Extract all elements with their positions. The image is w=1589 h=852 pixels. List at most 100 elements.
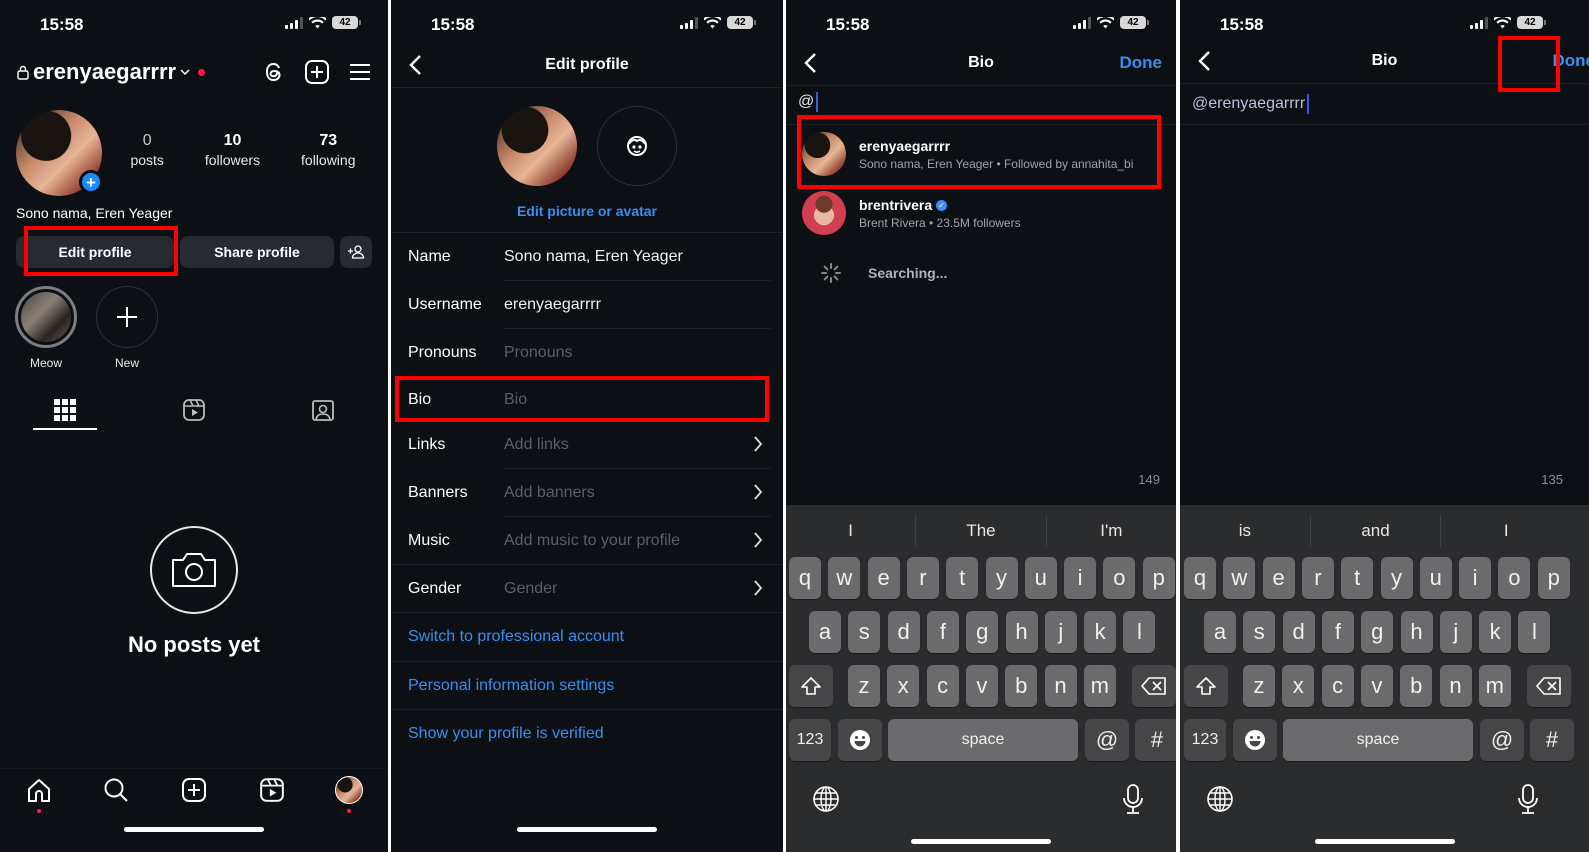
key-c[interactable]: c bbox=[926, 665, 959, 707]
key-v[interactable]: v bbox=[965, 665, 998, 707]
field-links[interactable]: Links Add links bbox=[391, 421, 783, 469]
field-value[interactable]: Sono nama, Eren Yeager bbox=[504, 248, 683, 266]
highlight-meow[interactable]: Meow bbox=[14, 286, 78, 370]
key-m[interactable]: m bbox=[1478, 665, 1511, 707]
key-r[interactable]: r bbox=[906, 557, 939, 599]
at-key[interactable]: @ bbox=[1480, 719, 1524, 761]
add-story-button[interactable]: + bbox=[79, 170, 103, 194]
space-key[interactable]: space bbox=[1283, 719, 1473, 761]
switch-professional-link[interactable]: Switch to professional account bbox=[408, 628, 624, 646]
key-s[interactable]: s bbox=[1243, 611, 1276, 653]
field-value[interactable]: erenyaegarrrr bbox=[504, 296, 601, 314]
profile-picture[interactable] bbox=[497, 106, 577, 186]
stat-following[interactable]: 73 following bbox=[301, 132, 355, 168]
key-a[interactable]: a bbox=[1204, 611, 1236, 653]
key-l[interactable]: l bbox=[1518, 611, 1551, 653]
tab-tagged[interactable] bbox=[259, 390, 388, 430]
mention-suggestion[interactable]: brentrivera ✓ Brent Rivera • 23.5M follow… bbox=[786, 185, 1176, 243]
done-button[interactable]: Done bbox=[1553, 51, 1589, 71]
key-x[interactable]: x bbox=[887, 665, 920, 707]
hash-key[interactable]: # bbox=[1530, 719, 1574, 761]
key-k[interactable]: k bbox=[1479, 611, 1512, 653]
key-b[interactable]: b bbox=[1400, 665, 1433, 707]
key-t[interactable]: t bbox=[1341, 557, 1374, 599]
key-f[interactable]: f bbox=[1321, 611, 1354, 653]
create-post-icon[interactable] bbox=[304, 59, 330, 85]
key-h[interactable]: h bbox=[1400, 611, 1433, 653]
menu-icon[interactable] bbox=[348, 59, 372, 85]
space-key[interactable]: space bbox=[888, 719, 1078, 761]
key-l[interactable]: l bbox=[1123, 611, 1156, 653]
key-q[interactable]: q bbox=[1184, 557, 1216, 599]
done-button[interactable]: Done bbox=[1120, 53, 1163, 73]
key-b[interactable]: b bbox=[1005, 665, 1038, 707]
microphone-icon[interactable] bbox=[1122, 783, 1144, 815]
microphone-icon[interactable] bbox=[1517, 783, 1539, 815]
field-name[interactable]: Name Sono nama, Eren Yeager bbox=[391, 233, 783, 281]
personal-info-link[interactable]: Personal information settings bbox=[408, 677, 614, 695]
field-music[interactable]: Music Add music to your profile bbox=[391, 517, 783, 565]
emoji-key[interactable] bbox=[1233, 719, 1277, 761]
key-a[interactable]: a bbox=[809, 611, 841, 653]
field-bio[interactable]: Bio Bio bbox=[391, 376, 783, 424]
threads-icon[interactable] bbox=[262, 59, 286, 85]
key-s[interactable]: s bbox=[848, 611, 881, 653]
nav-profile[interactable] bbox=[329, 771, 369, 813]
key-j[interactable]: j bbox=[1439, 611, 1472, 653]
nav-home[interactable] bbox=[19, 771, 59, 813]
key-m[interactable]: m bbox=[1083, 665, 1116, 707]
nav-create[interactable] bbox=[174, 771, 214, 808]
tab-grid[interactable] bbox=[0, 390, 129, 430]
key-w[interactable]: w bbox=[1223, 557, 1256, 599]
edit-profile-button[interactable]: Edit profile bbox=[16, 236, 174, 268]
key-e[interactable]: e bbox=[1262, 557, 1295, 599]
numbers-key[interactable]: 123 bbox=[1184, 719, 1226, 761]
prediction[interactable]: I bbox=[1441, 515, 1571, 547]
globe-icon[interactable] bbox=[812, 785, 840, 813]
field-placeholder[interactable]: Pronouns bbox=[504, 344, 573, 362]
numbers-key[interactable]: 123 bbox=[789, 719, 831, 761]
key-d[interactable]: d bbox=[1282, 611, 1315, 653]
discover-people-button[interactable] bbox=[340, 236, 372, 268]
nav-reels[interactable] bbox=[252, 771, 292, 808]
nav-search[interactable] bbox=[96, 771, 136, 808]
prediction[interactable]: The bbox=[916, 515, 1047, 547]
backspace-key[interactable] bbox=[1132, 665, 1176, 707]
edit-picture-link[interactable]: Edit picture or avatar bbox=[391, 203, 783, 219]
shift-key[interactable] bbox=[789, 665, 833, 707]
bio-input[interactable]: @erenyaegarrrr bbox=[1192, 94, 1310, 114]
key-h[interactable]: h bbox=[1005, 611, 1038, 653]
share-profile-button[interactable]: Share profile bbox=[180, 236, 334, 268]
highlight-new[interactable]: New bbox=[95, 286, 159, 370]
account-switcher[interactable]: erenyaegarrrr bbox=[16, 59, 206, 85]
key-o[interactable]: o bbox=[1498, 557, 1531, 599]
field-gender[interactable]: Gender Gender bbox=[391, 565, 783, 613]
verified-link[interactable]: Show your profile is verified bbox=[408, 725, 604, 743]
key-n[interactable]: n bbox=[1439, 665, 1472, 707]
avatar-button[interactable] bbox=[597, 106, 677, 186]
key-j[interactable]: j bbox=[1044, 611, 1077, 653]
key-v[interactable]: v bbox=[1360, 665, 1393, 707]
key-y[interactable]: y bbox=[1380, 557, 1413, 599]
stat-followers[interactable]: 10 followers bbox=[205, 132, 260, 168]
key-d[interactable]: d bbox=[887, 611, 920, 653]
key-x[interactable]: x bbox=[1282, 665, 1315, 707]
key-k[interactable]: k bbox=[1084, 611, 1117, 653]
key-q[interactable]: q bbox=[789, 557, 821, 599]
prediction[interactable]: and bbox=[1311, 515, 1442, 547]
emoji-key[interactable] bbox=[838, 719, 882, 761]
key-u[interactable]: u bbox=[1419, 557, 1452, 599]
key-p[interactable]: p bbox=[1142, 557, 1175, 599]
key-w[interactable]: w bbox=[828, 557, 861, 599]
at-key[interactable]: @ bbox=[1085, 719, 1129, 761]
field-placeholder[interactable]: Bio bbox=[504, 391, 527, 409]
field-pronouns[interactable]: Pronouns Pronouns bbox=[391, 329, 783, 377]
key-c[interactable]: c bbox=[1321, 665, 1354, 707]
key-u[interactable]: u bbox=[1024, 557, 1057, 599]
key-z[interactable]: z bbox=[1243, 665, 1275, 707]
key-o[interactable]: o bbox=[1103, 557, 1136, 599]
key-f[interactable]: f bbox=[926, 611, 959, 653]
key-p[interactable]: p bbox=[1537, 557, 1570, 599]
field-banners[interactable]: Banners Add banners bbox=[391, 469, 783, 517]
hash-key[interactable]: # bbox=[1135, 719, 1176, 761]
